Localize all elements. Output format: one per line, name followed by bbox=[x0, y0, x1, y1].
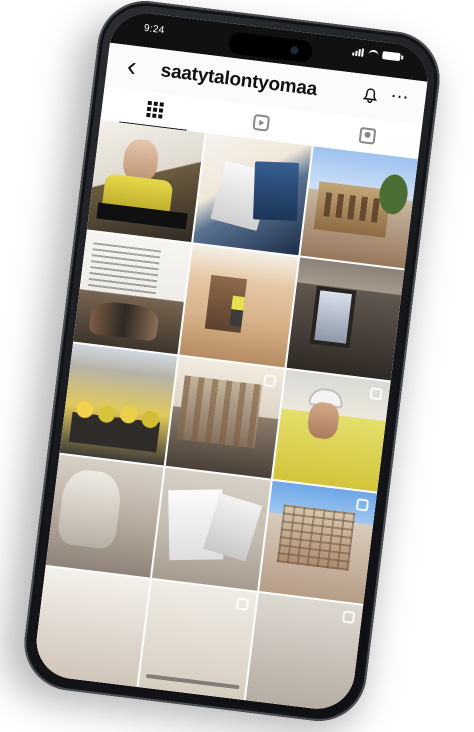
more-icon[interactable]: ⋯ bbox=[389, 85, 409, 107]
post-tile[interactable] bbox=[32, 566, 151, 689]
post-tile[interactable] bbox=[45, 454, 164, 578]
multi-post-icon bbox=[342, 610, 356, 624]
status-time: 9:24 bbox=[143, 22, 166, 37]
battery-icon bbox=[381, 51, 401, 62]
post-tile[interactable] bbox=[272, 369, 391, 492]
post-tile[interactable] bbox=[166, 356, 285, 479]
camera-icon bbox=[289, 45, 299, 55]
phone-screen: 9:24 ‹ saatytalontyomaa ⋯ bbox=[32, 8, 432, 714]
multi-post-icon bbox=[262, 373, 277, 388]
post-tile[interactable] bbox=[179, 244, 298, 368]
worker-face bbox=[306, 400, 341, 441]
post-tile[interactable] bbox=[86, 120, 205, 243]
people-image bbox=[88, 299, 160, 342]
wifi-icon bbox=[368, 49, 379, 59]
post-tile[interactable] bbox=[245, 592, 364, 714]
post-tile[interactable] bbox=[59, 343, 178, 466]
scaffold-building bbox=[276, 504, 356, 571]
post-tile[interactable] bbox=[152, 467, 271, 591]
bell-icon[interactable] bbox=[360, 85, 380, 107]
status-icons bbox=[352, 47, 401, 62]
text-lines bbox=[87, 242, 161, 299]
post-tile[interactable] bbox=[299, 146, 418, 269]
tagged-icon bbox=[358, 126, 377, 145]
post-tile[interactable] bbox=[258, 480, 377, 604]
reel-post-icon bbox=[369, 386, 383, 401]
multi-post-icon bbox=[355, 498, 370, 512]
reels-icon bbox=[252, 113, 271, 132]
worker-figure bbox=[229, 296, 246, 328]
post-tile[interactable] bbox=[73, 231, 192, 355]
multi-post-icon bbox=[235, 596, 249, 611]
statue-image bbox=[56, 467, 124, 551]
blue-panel bbox=[252, 161, 299, 221]
back-icon[interactable]: ‹ bbox=[125, 50, 151, 82]
app-screenshot: 9:24 ‹ saatytalontyomaa ⋯ bbox=[0, 0, 474, 732]
post-tile[interactable] bbox=[286, 257, 405, 381]
signal-icon bbox=[352, 47, 365, 57]
photo-grid bbox=[32, 120, 418, 714]
workers-group bbox=[68, 398, 162, 453]
window-image bbox=[309, 286, 357, 349]
grid-icon bbox=[146, 100, 165, 119]
post-tile[interactable] bbox=[193, 133, 312, 256]
hall-interior bbox=[177, 375, 263, 449]
